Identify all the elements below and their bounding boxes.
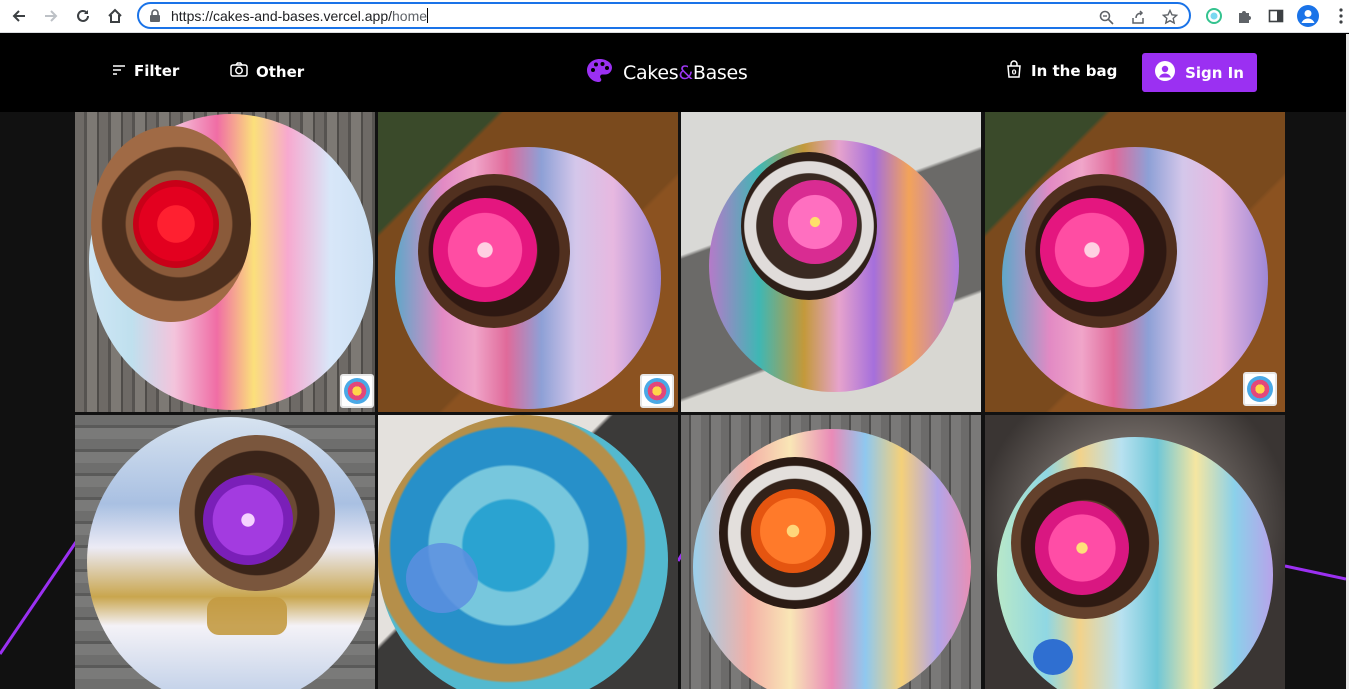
reload-icon[interactable] bbox=[72, 5, 94, 27]
gallery-item[interactable] bbox=[681, 112, 981, 412]
home-icon[interactable] bbox=[104, 5, 126, 27]
browser-toolbar: https://cakes-and-bases.vercel.app/home bbox=[0, 0, 1349, 33]
gallery-grid bbox=[75, 112, 1285, 689]
brand-badge-icon bbox=[340, 374, 374, 408]
gallery-item[interactable] bbox=[985, 112, 1285, 412]
user-circle-icon bbox=[1155, 60, 1176, 85]
gallery-item[interactable] bbox=[75, 112, 375, 412]
other-label: Other bbox=[256, 62, 305, 81]
back-arrow-icon[interactable] bbox=[8, 5, 30, 27]
extension-circle-icon[interactable] bbox=[1203, 5, 1225, 27]
bag-button[interactable]: 0 In the bag bbox=[1005, 60, 1117, 82]
site-page: Filter Other Cakes&Bases 0 In the bag Si… bbox=[0, 34, 1349, 689]
filter-label: Filter bbox=[134, 62, 180, 80]
bag-label: In the bag bbox=[1031, 62, 1118, 80]
palette-icon bbox=[586, 58, 613, 88]
gallery-item[interactable] bbox=[378, 415, 678, 689]
sign-in-button[interactable]: Sign In bbox=[1142, 53, 1257, 92]
brand-badge-icon bbox=[640, 374, 674, 408]
kebab-menu-icon[interactable] bbox=[1330, 5, 1349, 27]
gallery-item[interactable] bbox=[985, 415, 1285, 689]
svg-text:0: 0 bbox=[1012, 69, 1017, 77]
sign-in-label: Sign In bbox=[1185, 63, 1244, 82]
filter-lines-icon bbox=[112, 62, 126, 80]
gallery-item[interactable] bbox=[681, 415, 981, 689]
brand-badge-icon bbox=[1243, 372, 1277, 406]
profile-avatar-icon[interactable] bbox=[1297, 5, 1319, 27]
side-panel-icon[interactable] bbox=[1265, 5, 1287, 27]
gallery-item[interactable] bbox=[75, 415, 375, 689]
shopping-bag-icon: 0 bbox=[1005, 60, 1023, 82]
puzzle-icon[interactable] bbox=[1234, 5, 1256, 27]
filter-button[interactable]: Filter bbox=[112, 62, 179, 80]
camera-icon bbox=[230, 62, 248, 81]
brand-name: Cakes&Bases bbox=[623, 62, 748, 84]
brand-logo[interactable]: Cakes&Bases bbox=[586, 58, 748, 88]
forward-arrow-icon[interactable] bbox=[40, 5, 62, 27]
share-icon[interactable] bbox=[1129, 8, 1147, 26]
lock-icon[interactable] bbox=[149, 9, 161, 28]
gallery-item[interactable] bbox=[378, 112, 678, 412]
address-bar[interactable]: https://cakes-and-bases.vercel.app/home bbox=[137, 2, 1191, 29]
other-button[interactable]: Other bbox=[230, 62, 304, 81]
url-text[interactable]: https://cakes-and-bases.vercel.app/home bbox=[171, 8, 429, 24]
zoom-icon[interactable] bbox=[1097, 8, 1115, 26]
site-header: Filter Other Cakes&Bases 0 In the bag Si… bbox=[0, 34, 1346, 112]
bookmark-star-icon[interactable] bbox=[1161, 8, 1179, 26]
